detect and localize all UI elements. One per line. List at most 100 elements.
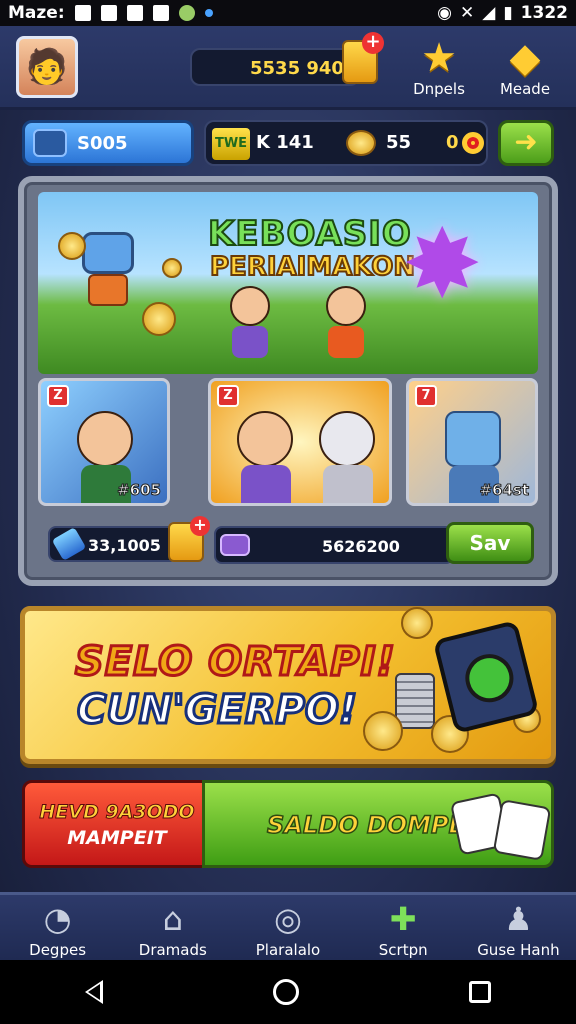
notification-icon [74,5,91,21]
hero-character [326,286,370,358]
red-action-line2: MAMPEIT [67,827,167,849]
notification-icon [126,5,143,21]
recents-icon[interactable] [469,981,491,1003]
dice-icon [492,799,552,861]
house-icon: ⌂ [162,900,183,938]
top-icon-star[interactable]: ★ Dnpels [404,36,474,98]
promo-line1: SELO ORTAPI! [74,638,397,687]
amount-field[interactable]: 5626200 [214,526,454,564]
nav-label: Guse Hanh [477,941,560,959]
bottom-nav: ◔ Degpes ⌂ Dramads ◎ Plaralalo ✚ Scrtpn … [0,892,576,960]
save-button[interactable]: Sav [446,522,534,564]
event-banner[interactable]: KEBOASIO PERIAIMAKON ✸ [38,192,538,374]
notification-dot-icon [204,9,213,17]
record-icon[interactable] [462,132,484,154]
character-card[interactable]: 7 #64st [406,378,538,506]
top-icon-label: Dnpels [413,80,465,98]
event-panel: KEBOASIO PERIAIMAKON ✸ Z #605 Z 7 #64st … [18,176,558,586]
nav-item-plaralalo[interactable]: ◎ Plaralalo [230,895,345,960]
robot-character [82,232,142,312]
status-bar: Maze: ◉ ✕ ◢ ▮ 1322 [0,0,576,26]
coins-value: 55 [386,132,412,153]
counter-label: K 141 [256,132,314,153]
coin-icon [162,258,182,278]
character-card[interactable]: Z #605 [38,378,170,506]
character-portrait [319,411,375,467]
gem-value: 33,1005 [88,536,161,555]
top-icon-gem[interactable]: ◆ Meade [490,36,560,98]
coin-icon [401,607,433,639]
crystal-star-icon: ✸ [402,208,483,320]
blue-resource-value: S005 [77,133,128,154]
add-gem-button[interactable] [168,516,210,562]
wallet-balance-button[interactable]: SALDO DOMPET [202,780,554,868]
nav-label: Dramads [138,941,207,959]
gold-amount: 5535 940 [250,58,344,79]
card-price: #605 [117,481,162,500]
game-screen: Maze: ◉ ✕ ◢ ▮ 1322 🧑 5535 940 ★ Dnpels [0,0,576,1024]
coin-icon [142,302,176,336]
disc-icon: ◎ [274,900,302,938]
card-price: #64st [479,481,530,500]
zero-value: 0 [446,132,459,153]
status-app-label: Maze: [8,3,65,23]
system-nav-bar [0,960,576,1024]
nav-item-guse-hanh[interactable]: ♟ Guse Hanh [461,895,576,960]
nav-label: Degpes [29,941,87,959]
wallet-action-bar: HEVD 9A3ODO MAMPEIT SALDO DOMPET [22,780,554,870]
cat-icon: ◔ [43,900,72,938]
character-portrait [237,411,293,467]
add-gold-button[interactable] [342,32,384,84]
gem-icon: ◆ [509,35,541,81]
red-action-line1: HEVD 9A3ODO [39,801,195,824]
amount-value: 5626200 [322,537,400,556]
notification-icon [178,5,195,21]
player-avatar-icon: 🧑 [25,47,69,87]
joystick-icon: ♟ [504,900,533,938]
coin-icon [363,711,403,751]
battery-icon: ▮ [503,3,513,23]
banner-subtitle: PERIAIMAKON [209,251,416,283]
character-card[interactable]: Z [208,378,392,506]
coin-stack-icon [395,673,435,729]
red-action-button[interactable]: HEVD 9A3ODO MAMPEIT [22,780,212,868]
alarm-icon: ◉ [437,3,452,23]
hero-character [230,286,274,358]
next-arrow-button[interactable]: ➜ [498,120,554,166]
character-portrait [445,411,501,467]
coin-icon [58,232,86,260]
notification-icon [100,5,117,21]
coin-icon [346,130,376,156]
twe-badge: TWE [212,128,250,160]
nav-item-degpes[interactable]: ◔ Degpes [0,895,115,960]
ticket-icon [220,534,250,556]
resource-counter-bar: TWE K 141 55 0 [204,120,488,166]
home-icon[interactable] [273,979,299,1005]
avatar[interactable]: 🧑 [16,36,78,98]
card-level-badge: 7 [415,385,437,407]
nav-item-dramads[interactable]: ⌂ Dramads [115,895,230,960]
back-icon[interactable] [85,980,103,1004]
gem-counter: 33,1005 [48,526,178,562]
character-portrait [77,411,133,467]
card-level-badge: Z [217,385,239,407]
character-torso [241,465,291,503]
wallet-balance-label: SALDO DOMPET [266,810,482,840]
promo-line2: CUN'GERPO! [75,686,358,735]
mute-icon: ✕ [459,3,475,23]
notification-icon [152,5,169,21]
status-time: 1322 [520,3,568,23]
top-icon-label: Meade [499,80,551,98]
panel-bottom-row: 33,1005 5626200 Sav [38,516,538,568]
banner-title: KEBOASIO [207,213,412,255]
top-header: 🧑 5535 940 ★ Dnpels ◆ Meade [0,26,576,110]
promo-banner[interactable]: SELO ORTAPI! CUN'GERPO! [20,606,556,764]
wrench-icon: ✚ [389,900,417,938]
scroll-icon [33,129,67,157]
character-torso [323,465,373,503]
blue-resource-pill[interactable]: S005 [22,120,194,166]
nav-item-scrtpn[interactable]: ✚ Scrtpn [346,895,461,960]
card-level-badge: Z [47,385,69,407]
gem-icon [51,527,87,561]
nav-label: Plaralalo [255,941,321,959]
